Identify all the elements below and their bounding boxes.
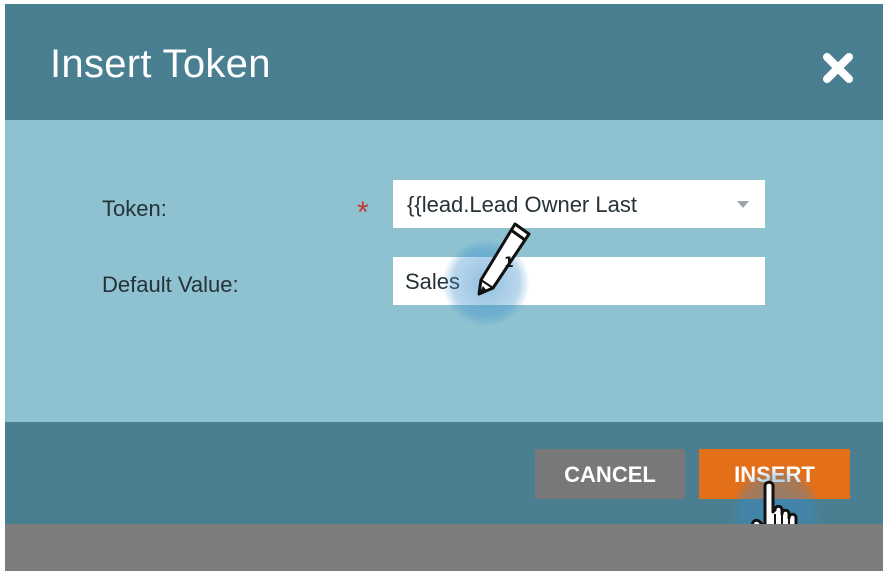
step-1-number: 1: [504, 255, 514, 271]
backdrop-strip: [5, 524, 883, 571]
token-select[interactable]: {{lead.Lead Owner Last: [393, 180, 765, 228]
required-marker: *: [357, 196, 369, 229]
dialog-footer: CANCEL INSERT 2: [5, 422, 883, 558]
dialog-title: Insert Token: [50, 42, 271, 86]
cancel-button[interactable]: CANCEL: [535, 449, 685, 499]
insert-token-dialog: Insert Token Token: * {{lead.Lead Owner …: [5, 4, 883, 571]
pencil-cursor-icon: 1: [477, 222, 531, 296]
token-label: Token:: [102, 196, 167, 221]
chevron-down-icon: [737, 201, 749, 208]
dialog-header: Insert Token: [5, 4, 883, 120]
default-value-label: Default Value:: [102, 272, 239, 297]
close-icon[interactable]: [820, 50, 856, 86]
token-select-value: {{lead.Lead Owner Last: [407, 192, 637, 217]
dialog-body: Token: * {{lead.Lead Owner Last Default …: [5, 120, 883, 422]
